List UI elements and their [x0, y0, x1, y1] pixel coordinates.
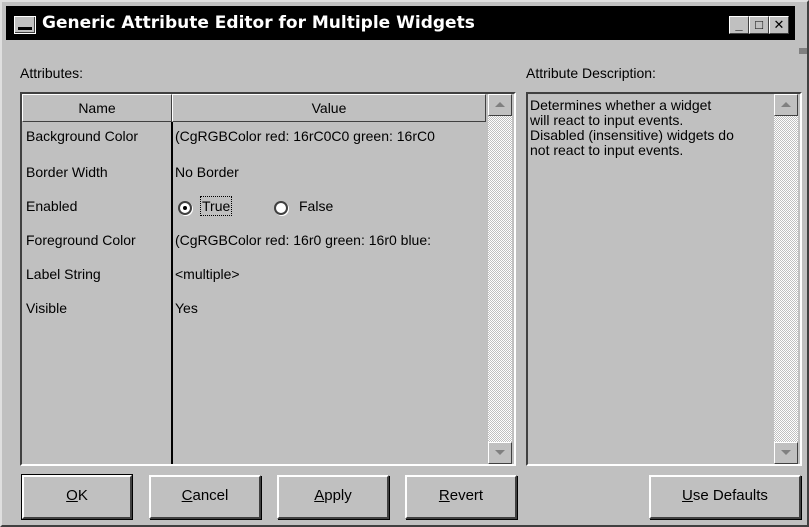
- column-header-value[interactable]: Value: [172, 94, 486, 122]
- radio-false[interactable]: [274, 201, 288, 215]
- row-name-visible[interactable]: Visible: [26, 300, 170, 316]
- minimize-icon[interactable]: _: [729, 16, 749, 34]
- scroll-down-arrow-icon[interactable]: [774, 442, 798, 464]
- use-defaults-button[interactable]: Use Defaults: [649, 475, 801, 519]
- attributes-table[interactable]: Name Value Background Color (CgRGBColor …: [20, 92, 516, 466]
- window-title: Generic Attribute Editor for Multiple Wi…: [42, 13, 475, 33]
- row-value-foreground-color[interactable]: (CgRGBColor red: 16r0 green: 16r0 blue:: [175, 232, 483, 248]
- table-scrollbar[interactable]: [488, 94, 512, 464]
- maximize-icon[interactable]: □: [749, 16, 769, 34]
- row-name-border-width[interactable]: Border Width: [26, 164, 170, 180]
- row-value-visible[interactable]: Yes: [175, 300, 483, 316]
- use-defaults-mnemonic: U: [682, 487, 693, 504]
- ok-label: K: [77, 487, 88, 504]
- revert-mnemonic: R: [438, 487, 450, 504]
- apply-label: pply: [324, 487, 352, 504]
- radio-true[interactable]: [178, 201, 192, 215]
- description-panel[interactable]: Determines whether a widget will react t…: [526, 92, 802, 466]
- cancel-mnemonic: C: [181, 487, 193, 504]
- row-name-label-string[interactable]: Label String: [26, 266, 170, 282]
- row-name-foreground-color[interactable]: Foreground Color: [26, 232, 170, 248]
- revert-label: evert: [449, 487, 484, 504]
- cancel-label: ancel: [192, 487, 229, 504]
- row-value-border-width[interactable]: No Border: [175, 164, 483, 180]
- row-name-background-color[interactable]: Background Color: [26, 128, 170, 144]
- attribute-description-label: Attribute Description:: [526, 65, 656, 81]
- scroll-down-arrow-icon[interactable]: [488, 442, 512, 464]
- row-value-background-color[interactable]: (CgRGBColor red: 16rC0C0 green: 16rC0: [175, 128, 483, 144]
- radio-true-label[interactable]: True: [199, 196, 233, 216]
- revert-button[interactable]: Revert: [405, 475, 517, 519]
- system-menu-icon[interactable]: [14, 16, 36, 34]
- radio-false-label[interactable]: False: [299, 198, 333, 214]
- column-header-name[interactable]: Name: [22, 94, 172, 122]
- description-scrollbar[interactable]: [774, 94, 798, 464]
- editor-window: Generic Attribute Editor for Multiple Wi…: [0, 0, 809, 527]
- row-value-label-string[interactable]: <multiple>: [175, 266, 483, 282]
- scroll-up-arrow-icon[interactable]: [488, 94, 512, 116]
- row-name-enabled[interactable]: Enabled: [26, 198, 170, 214]
- apply-mnemonic: A: [314, 487, 325, 504]
- attributes-label: Attributes:: [20, 65, 84, 81]
- description-text: Determines whether a widget will react t…: [530, 97, 734, 158]
- use-defaults-label: se Defaults: [692, 487, 768, 504]
- scroll-up-arrow-icon[interactable]: [774, 94, 798, 116]
- close-icon[interactable]: ✕: [769, 16, 789, 34]
- ok-mnemonic: O: [66, 487, 78, 504]
- apply-button[interactable]: Apply: [277, 475, 389, 519]
- cancel-button[interactable]: Cancel: [149, 475, 261, 519]
- resize-corner-mark: [799, 48, 807, 54]
- title-bar[interactable]: Generic Attribute Editor for Multiple Wi…: [6, 6, 795, 40]
- column-divider: [171, 122, 173, 464]
- ok-button[interactable]: OK: [21, 474, 133, 520]
